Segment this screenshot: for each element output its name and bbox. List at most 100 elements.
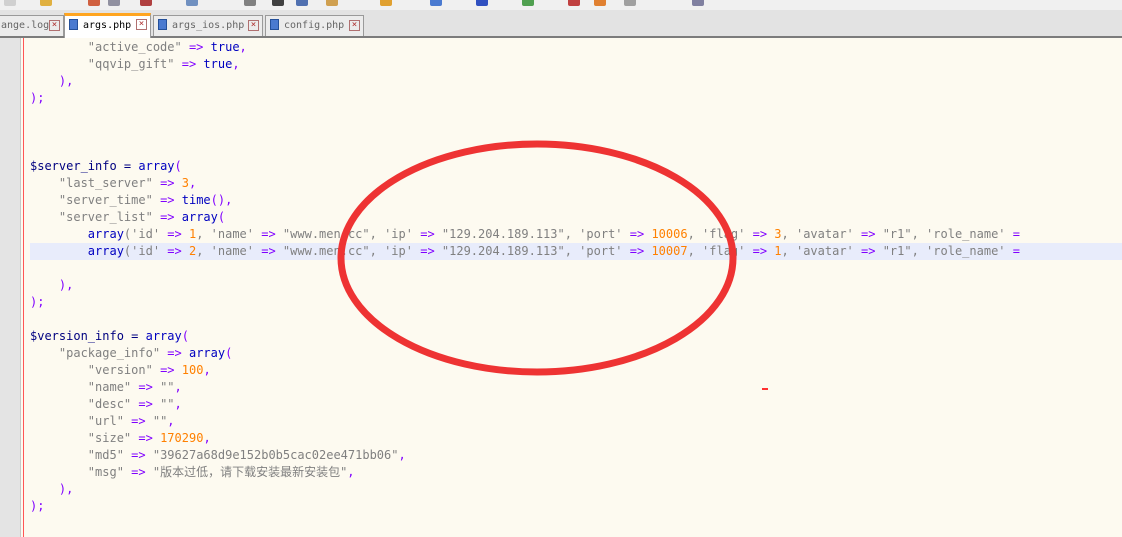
code-line: "package_info" => array( [30,345,232,362]
code-line: "url" => "", [30,413,175,430]
fold-margin-line [23,38,24,537]
close-tab-icon[interactable]: × [136,19,147,30]
array-key: , 'port' [564,244,623,258]
punctuation: ), [58,278,74,292]
operator: => [261,227,276,241]
code-line: "desc" => "", [30,396,182,413]
print-icon[interactable] [108,0,120,6]
replace-icon[interactable] [296,0,308,6]
sync-scroll-icon[interactable] [380,0,392,6]
string: "www.men.cc" [282,227,370,241]
array-key: , 'ip' [369,227,413,241]
code-line: "server_list" => array( [30,209,225,226]
array-key: "desc" [87,397,132,411]
function-name: array [188,346,226,360]
open-file-icon[interactable] [40,0,52,6]
number: 3 [774,227,782,241]
operator: => [160,176,175,190]
save-macro-icon[interactable] [692,0,704,6]
operator: => [629,227,645,241]
play-macro-icon[interactable] [594,0,606,6]
array-key: , 'ip' [369,244,413,258]
function-name: array [87,244,124,258]
operator: => [131,465,146,479]
string: "版本过低，请下载安装最新安装包" [152,465,348,479]
array-key: "name" [87,380,132,394]
punctuation: , [398,448,406,462]
stop-icon[interactable] [624,0,636,6]
punctuation: ), [58,74,74,88]
array-key: , 'flag' [687,227,746,241]
string: "r1" [882,244,912,258]
punctuation: ( [174,159,182,173]
operator: => [261,244,276,258]
punctuation: , [239,40,247,54]
close-tab-icon[interactable]: × [49,20,60,31]
operator: => [167,227,182,241]
word-wrap-icon[interactable] [430,0,442,6]
function-name: time [181,193,211,207]
code-line: "active_code" => true, [30,39,247,56]
array-key: "qqvip_gift" [87,57,175,71]
undo-icon[interactable] [244,0,256,6]
operator: => [629,244,645,258]
number: 170290 [160,431,204,445]
indent-guide-icon[interactable] [522,0,534,6]
punctuation: , [347,465,355,479]
number: 3 [181,176,189,190]
variable: $server_info [30,159,117,173]
punctuation: , [167,414,175,428]
code-line: "last_server" => 3, [30,175,196,192]
array-key: , 'role_name' [911,244,1006,258]
file-icon [158,19,167,30]
string: "129.204.189.113" [441,244,565,258]
value: true [203,57,233,71]
tab-args-ios-php[interactable]: args_ios.php × [153,15,263,36]
code-line: array('id' => 1, 'name' => "www.men.cc",… [30,226,1020,243]
array-key: , 'name' [196,227,254,241]
file-icon [69,19,78,30]
code-line: "name" => "", [30,379,182,396]
code-line: $server_info = array( [30,158,182,175]
function-name: array [138,159,175,173]
show-all-icon[interactable] [476,0,488,6]
code-line: "server_time" => time(), [30,192,232,209]
new-file-icon[interactable] [4,0,16,6]
array-key: "url" [87,414,124,428]
operator: => [167,346,182,360]
code-line: ); [30,294,44,311]
operator: => [188,40,204,54]
operator: => [752,244,768,258]
code-line: ), [30,481,73,498]
operator: => [138,397,153,411]
tab-change-log[interactable]: ange.log × [0,15,64,36]
value: true [210,40,240,54]
zoom-in-icon[interactable] [326,0,338,6]
code-line: "md5" => "39627a68d9e152b0b5cac02ee471bb… [30,447,406,464]
punctuation: ( [225,346,233,360]
tab-args-php[interactable]: args.php × [64,13,151,38]
operator: => [160,193,175,207]
operator: = [123,329,146,343]
code-editor[interactable]: "active_code" => true, "qqvip_gift" => t… [0,38,1122,537]
operator: => [160,210,175,224]
find-icon[interactable] [272,0,284,6]
operator: => [861,244,876,258]
copy-icon[interactable] [186,0,198,6]
array-key: "server_time" [58,193,153,207]
array-key: , 'port' [564,227,623,241]
code-line: "msg" => "版本过低，请下载安装最新安装包", [30,464,355,481]
punctuation: , [174,397,182,411]
punctuation: , [203,431,211,445]
tab-label: args.php [83,20,132,31]
cut-icon[interactable] [140,0,152,6]
function-name: array [87,227,124,241]
array-key: "msg" [87,465,124,479]
punctuation: ); [30,499,45,513]
string: "39627a68d9e152b0b5cac02ee471bb06" [152,448,399,462]
record-macro-icon[interactable] [568,0,580,6]
close-tab-icon[interactable]: × [349,20,360,31]
save-icon[interactable] [88,0,100,6]
close-tab-icon[interactable]: × [248,20,259,31]
tab-config-php[interactable]: config.php × [265,15,364,36]
